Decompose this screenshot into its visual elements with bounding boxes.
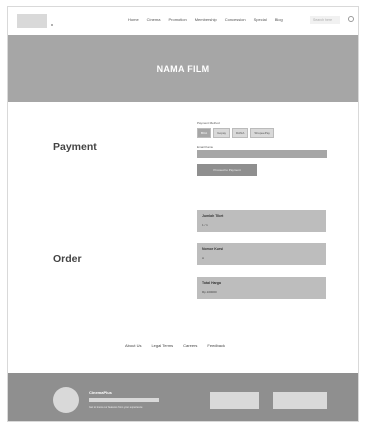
card-value: 1 / 1: [202, 223, 208, 227]
page-frame: Home Cinema Promotion Membership Concess…: [7, 6, 359, 422]
card-label: Total Harga: [202, 281, 221, 285]
payment-option-shopeepay[interactable]: ShopeePay: [250, 128, 274, 138]
user-icon[interactable]: [348, 16, 354, 22]
order-section-title: Order: [53, 253, 82, 265]
top-nav: Home Cinema Promotion Membership Concess…: [8, 7, 358, 35]
hero-banner: NAMA FILM: [8, 35, 358, 102]
nav-link-blog[interactable]: Blog: [275, 17, 283, 22]
payment-option-bca[interactable]: BCA: [197, 128, 212, 138]
footer-brand: CinemaPlus: [89, 390, 112, 395]
email-field[interactable]: [197, 150, 327, 158]
footer: CinemaPlus Get to know our features from…: [8, 373, 358, 421]
card-value: A: [202, 256, 205, 260]
footer-link-feedback[interactable]: Feedback: [207, 343, 225, 348]
footer-logo: [53, 387, 79, 413]
nav-link-home[interactable]: Home: [128, 17, 139, 22]
payment-section-title: Payment: [53, 141, 97, 153]
payment-method-options: BCA Gopay DANA ShopeePay: [197, 128, 274, 138]
card-value: Rp.100000: [202, 290, 217, 294]
nav-link-cinema[interactable]: Cinema: [147, 17, 161, 22]
payment-method-label: Payment Method: [197, 121, 220, 125]
logo[interactable]: [17, 14, 47, 28]
payment-option-gopay[interactable]: Gopay: [213, 128, 231, 138]
footer-links: About Us Legal Terms Careers Feedback: [125, 343, 225, 348]
proceed-payment-button[interactable]: Proceed to Payment: [197, 164, 257, 176]
footer-link-legal[interactable]: Legal Terms: [151, 343, 173, 348]
ticket-count-card: Jumlah Tiket 1 / 1: [197, 210, 326, 232]
search-input[interactable]: Search here: [310, 16, 340, 24]
nav-link-special[interactable]: Special: [254, 17, 267, 22]
nav-link-concession[interactable]: Concession: [225, 17, 246, 22]
footer-link-careers[interactable]: Careers: [183, 343, 197, 348]
logo-dot: [51, 24, 53, 26]
payment-option-dana[interactable]: DANA: [232, 128, 249, 138]
play-store-button[interactable]: [273, 392, 327, 409]
nav-links: Home Cinema Promotion Membership Concess…: [128, 17, 283, 22]
footer-description: Get to know our features from your exper…: [89, 406, 143, 409]
movie-title: NAMA FILM: [156, 63, 210, 74]
nav-link-membership[interactable]: Membership: [195, 17, 217, 22]
footer-bar: [89, 398, 159, 402]
app-store-button[interactable]: [210, 392, 259, 409]
nav-link-promotion[interactable]: Promotion: [168, 17, 186, 22]
card-label: Jumlah Tiket: [202, 214, 224, 218]
footer-link-about[interactable]: About Us: [125, 343, 141, 348]
total-price-card: Total Harga Rp.100000: [197, 277, 326, 299]
email-label: Email Kamu: [197, 145, 214, 149]
card-label: Nomor Kursi: [202, 247, 224, 251]
seat-number-card: Nomor Kursi A: [197, 243, 326, 265]
